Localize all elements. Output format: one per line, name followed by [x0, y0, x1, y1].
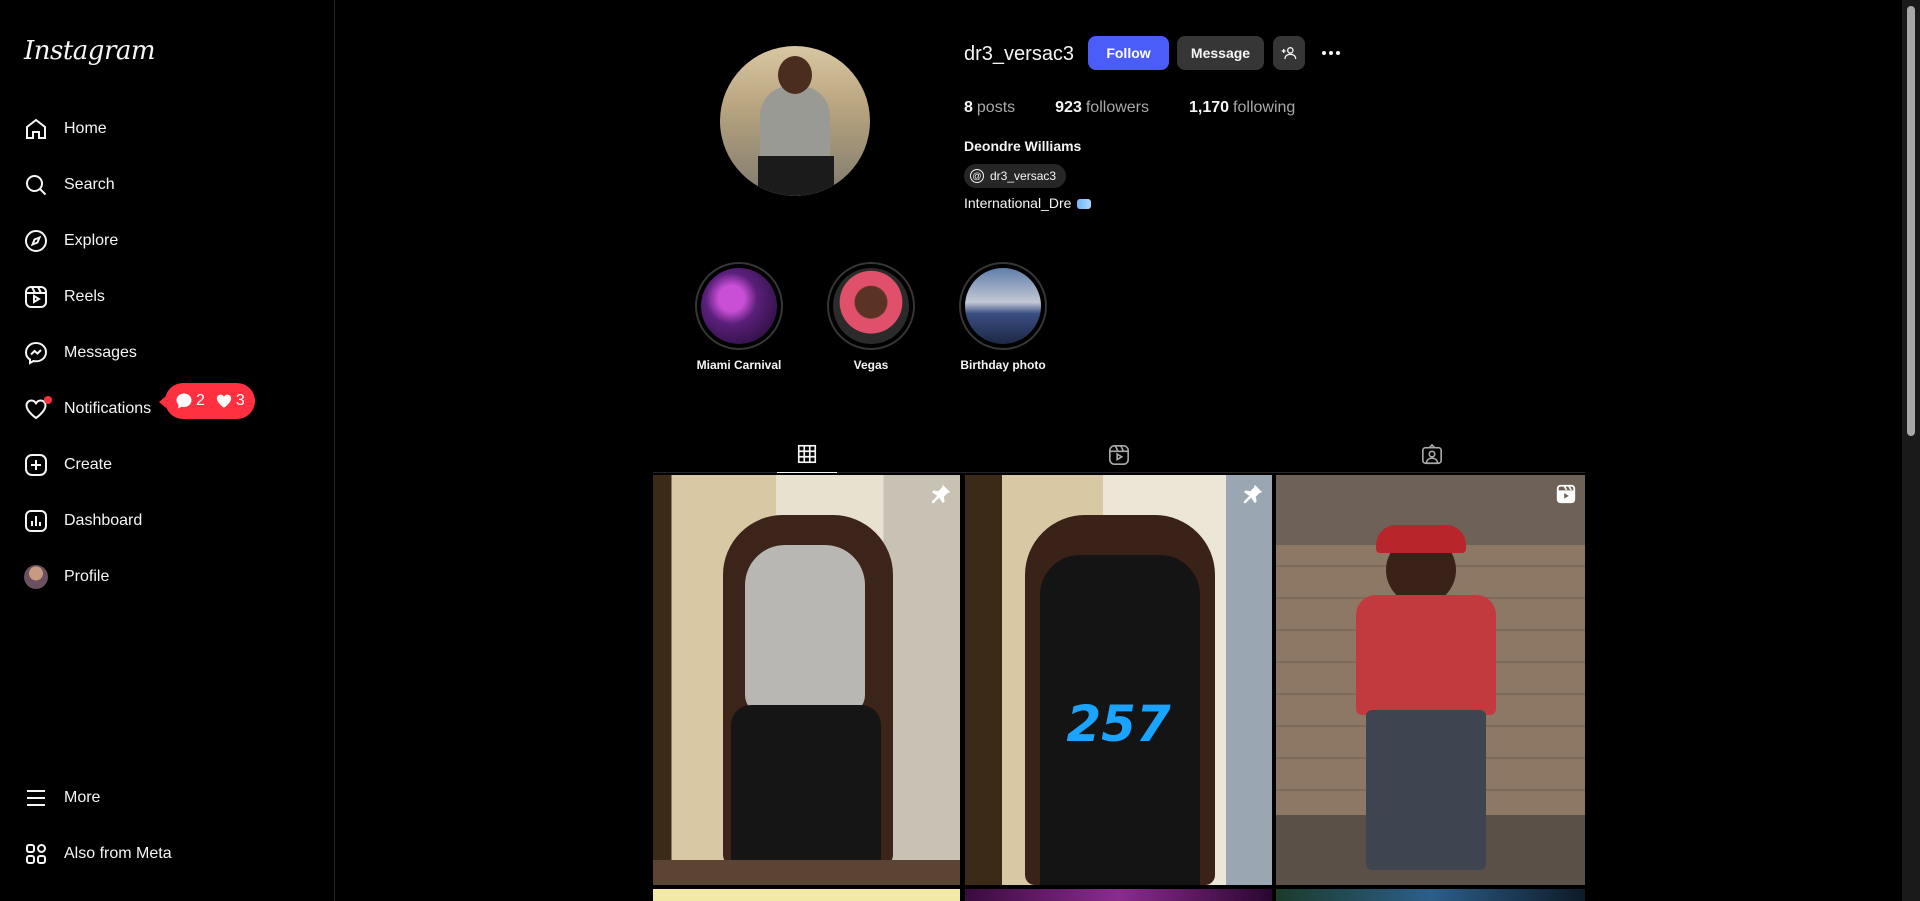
plus-square-icon	[24, 453, 48, 477]
post-tile[interactable]	[1276, 475, 1585, 885]
sidebar-item-create[interactable]: Create	[12, 441, 312, 489]
sidebar-item-explore[interactable]: Explore	[12, 217, 312, 265]
post-tile[interactable]: 257	[965, 475, 1272, 885]
tab-reels[interactable]	[1089, 436, 1149, 473]
sidebar-item-label: Dashboard	[64, 512, 143, 529]
highlight-birthday-photo[interactable]: Birthday photo	[958, 262, 1048, 372]
sidebar-item-dashboard[interactable]: Dashboard	[12, 497, 312, 545]
post-tile[interactable]	[653, 889, 960, 901]
sidebar-item-more[interactable]: More	[12, 774, 312, 822]
sidebar-item-messages[interactable]: Messages	[12, 329, 312, 377]
sidebar-item-label: Messages	[64, 344, 137, 361]
heart-filled-icon	[216, 394, 232, 408]
profile-username: dr3_versac3	[964, 43, 1075, 65]
reel-icon	[1555, 483, 1577, 505]
profile-bio: International_Dre	[964, 195, 1092, 211]
comment-count: 2	[175, 392, 205, 410]
add-person-icon	[1281, 47, 1297, 60]
profile-full-name: Deondre Williams	[964, 138, 1082, 154]
reels-icon	[1109, 444, 1129, 465]
post-tile[interactable]	[653, 475, 960, 885]
meta-grid-icon	[24, 842, 48, 866]
notification-dot	[44, 396, 52, 404]
sidebar-item-search[interactable]: Search	[12, 161, 312, 209]
grid-icon	[797, 444, 817, 464]
wind-emoji-icon	[1077, 199, 1092, 210]
sidebar-item-label: Create	[64, 456, 113, 473]
highlight-vegas[interactable]: Vegas	[826, 262, 916, 372]
profile-picture[interactable]	[720, 46, 870, 196]
sidebar-item-label: Home	[64, 120, 107, 137]
follow-button[interactable]: Follow	[1088, 36, 1169, 70]
sidebar-item-also-from-meta[interactable]: Also from Meta	[12, 830, 312, 878]
comment-icon	[176, 393, 192, 409]
reels-icon	[24, 285, 48, 309]
threads-link[interactable]: @ dr3_versac3	[964, 164, 1067, 188]
following-count[interactable]: 1,170 following	[1189, 99, 1295, 117]
scrollbar[interactable]	[1902, 0, 1920, 901]
menu-icon	[24, 786, 48, 810]
profile-stats: 8 posts 923 followers 1,170 following	[964, 99, 1335, 117]
post-tile[interactable]	[965, 889, 1272, 901]
sidebar: Instagram Home Search Explore Reels Mess…	[0, 0, 335, 901]
posts-count: 8 posts	[964, 99, 1016, 116]
sidebar-item-profile[interactable]: Profile	[12, 553, 312, 601]
sidebar-item-label: Notifications	[64, 400, 152, 417]
followers-count[interactable]: 923 followers	[1055, 99, 1149, 117]
suggested-accounts-button[interactable]	[1273, 36, 1305, 70]
message-button[interactable]: Message	[1177, 36, 1264, 70]
sidebar-item-label: Reels	[64, 288, 105, 305]
pin-icon	[930, 483, 952, 505]
post-tile[interactable]	[1276, 889, 1585, 901]
sidebar-item-reels[interactable]: Reels	[12, 273, 312, 321]
messenger-icon	[24, 341, 48, 365]
home-icon	[24, 117, 48, 141]
more-options-button[interactable]	[1318, 42, 1344, 64]
chart-icon	[24, 509, 48, 533]
sidebar-item-home[interactable]: Home	[12, 105, 312, 153]
pin-icon	[1242, 483, 1264, 505]
post-overlay-number: 257	[1066, 695, 1171, 753]
highlight-miami-carnival[interactable]: Miami Carnival	[694, 262, 784, 372]
tab-posts[interactable]	[777, 436, 837, 473]
notification-pill[interactable]: 2 3	[159, 383, 255, 419]
search-icon	[24, 173, 48, 197]
sidebar-item-label: More	[64, 789, 101, 806]
like-count: 3	[215, 392, 245, 410]
tab-tagged[interactable]	[1402, 436, 1462, 473]
avatar-icon	[24, 565, 48, 589]
tagged-icon	[1422, 443, 1442, 464]
scrollbar-thumb[interactable]	[1907, 6, 1915, 436]
compass-icon	[24, 229, 48, 253]
threads-icon: @	[970, 169, 984, 183]
sidebar-item-label: Also from Meta	[64, 845, 172, 862]
sidebar-item-label: Search	[64, 176, 115, 193]
sidebar-item-label: Explore	[64, 232, 119, 249]
sidebar-item-notifications[interactable]: Notifications	[12, 385, 312, 433]
instagram-logo[interactable]: Instagram	[24, 36, 156, 66]
sidebar-item-label: Profile	[64, 568, 110, 585]
